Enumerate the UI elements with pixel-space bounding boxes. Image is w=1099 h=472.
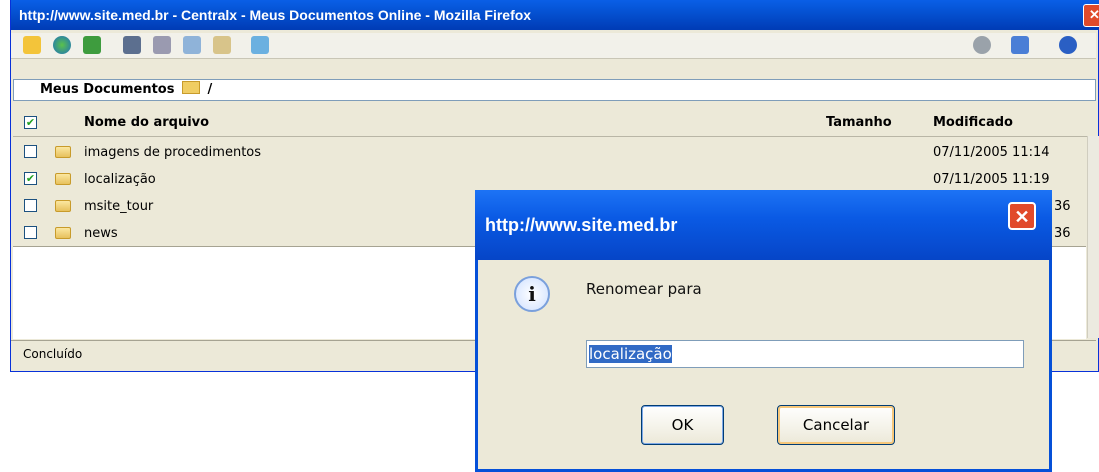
column-size[interactable]: Tamanho — [826, 115, 892, 130]
column-modified[interactable]: Modificado — [933, 115, 1013, 130]
paste-icon[interactable] — [213, 36, 231, 54]
properties-icon[interactable] — [123, 36, 141, 54]
file-name[interactable]: localização — [84, 166, 156, 193]
breadcrumb: Meus Documentos / — [13, 79, 1096, 101]
rename-input-value[interactable]: localização — [589, 345, 672, 363]
dialog-message: Renomear para — [586, 280, 702, 298]
breadcrumb-root[interactable]: Meus Documentos — [40, 82, 174, 97]
upload-icon[interactable] — [251, 36, 269, 54]
window-titlebar[interactable]: http://www.site.med.br - Centralx - Meus… — [11, 0, 1099, 30]
vertical-scrollbar[interactable] — [1087, 136, 1099, 338]
column-header: ✔ Nome do arquivo Tamanho Modificado — [13, 110, 1096, 137]
rename-dialog: http://www.site.med.br ✕ i Renomear para… — [475, 190, 1052, 472]
rename-input[interactable]: localização — [586, 340, 1024, 368]
folder-icon — [55, 200, 71, 212]
folder-icon — [55, 173, 71, 185]
file-name[interactable]: msite_tour — [84, 193, 153, 220]
row-checkbox[interactable] — [24, 226, 37, 239]
view-grid-icon[interactable] — [1011, 36, 1029, 54]
cancel-button[interactable]: Cancelar — [777, 405, 895, 445]
file-name[interactable]: imagens de procedimentos — [84, 139, 261, 166]
cut-icon[interactable] — [153, 36, 171, 54]
refresh-icon[interactable] — [83, 36, 101, 54]
copy-icon[interactable] — [183, 36, 201, 54]
info-icon: i — [514, 276, 550, 312]
file-modified: 07/11/2005 11:14 — [933, 145, 1050, 160]
dialog-close-button[interactable]: ✕ — [1008, 202, 1036, 230]
window-close-button[interactable]: ✕ — [1083, 4, 1099, 27]
window-title: http://www.site.med.br - Centralx - Meus… — [19, 7, 532, 23]
ok-button[interactable]: OK — [641, 405, 724, 445]
drive-icon[interactable] — [973, 36, 991, 54]
table-row[interactable]: imagens de procedimentos 07/11/2005 11:1… — [13, 139, 1086, 166]
table-row[interactable]: ✔ localização 07/11/2005 11:19 — [13, 166, 1086, 193]
file-modified: 36 — [1054, 226, 1071, 241]
file-modified: 07/11/2005 11:19 — [933, 172, 1050, 187]
select-all-checkbox[interactable]: ✔ — [24, 116, 37, 129]
file-modified: 36 — [1054, 199, 1071, 214]
file-name[interactable]: news — [84, 220, 118, 247]
row-checkbox[interactable] — [24, 199, 37, 212]
row-checkbox[interactable]: ✔ — [24, 172, 37, 185]
dialog-title: http://www.site.med.br — [485, 215, 678, 235]
toolbar — [11, 33, 1096, 59]
new-folder-icon[interactable] — [23, 36, 41, 54]
breadcrumb-separator: / — [207, 82, 213, 97]
folder-icon — [55, 146, 71, 158]
help-icon[interactable] — [1059, 36, 1077, 54]
row-checkbox[interactable] — [24, 145, 37, 158]
column-name[interactable]: Nome do arquivo — [84, 115, 209, 130]
dialog-titlebar[interactable]: http://www.site.med.br ✕ — [475, 190, 1052, 260]
path-bar: Meus Documentos / — [13, 79, 1096, 107]
globe-icon[interactable] — [53, 36, 71, 54]
folder-icon — [55, 227, 71, 239]
folder-icon — [182, 81, 200, 94]
